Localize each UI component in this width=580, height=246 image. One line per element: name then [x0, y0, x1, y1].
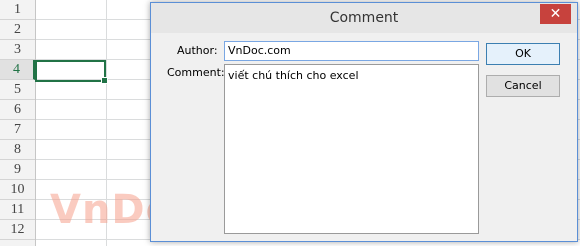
row-number[interactable]: 8	[0, 140, 35, 160]
active-cell[interactable]	[35, 60, 108, 84]
author-field[interactable]: VnDoc.com	[224, 41, 479, 61]
row-number[interactable]: 12	[0, 220, 35, 240]
row-number[interactable]: 5	[0, 80, 35, 100]
row-header: 1 2 3 4 5 6 7 8 9 10 11 12	[0, 0, 36, 246]
cancel-button[interactable]: Cancel	[486, 75, 560, 97]
comment-dialog: Comment ✕ Author: VnDoc.com Comment: viế…	[150, 2, 578, 242]
row-number[interactable]: 6	[0, 100, 35, 120]
close-icon: ✕	[549, 6, 562, 22]
author-label: Author:	[177, 44, 218, 57]
row-number[interactable]: 2	[0, 20, 35, 40]
close-button[interactable]: ✕	[540, 4, 571, 24]
dialog-title: Comment	[329, 10, 399, 26]
row-number[interactable]: 7	[0, 120, 35, 140]
row-number[interactable]: 9	[0, 160, 35, 180]
row-number[interactable]: 11	[0, 200, 35, 220]
row-number-selected[interactable]: 4	[0, 60, 35, 80]
dialog-titlebar[interactable]: Comment ✕	[151, 3, 577, 33]
row-number[interactable]: 10	[0, 180, 35, 200]
row-number[interactable]: 3	[0, 40, 35, 60]
ok-button[interactable]: OK	[486, 43, 560, 65]
row-number[interactable]: 1	[0, 0, 35, 20]
comment-textarea[interactable]: viết chú thích cho excel	[224, 64, 479, 234]
comment-label: Comment:	[167, 66, 225, 79]
fill-handle[interactable]	[101, 77, 108, 84]
